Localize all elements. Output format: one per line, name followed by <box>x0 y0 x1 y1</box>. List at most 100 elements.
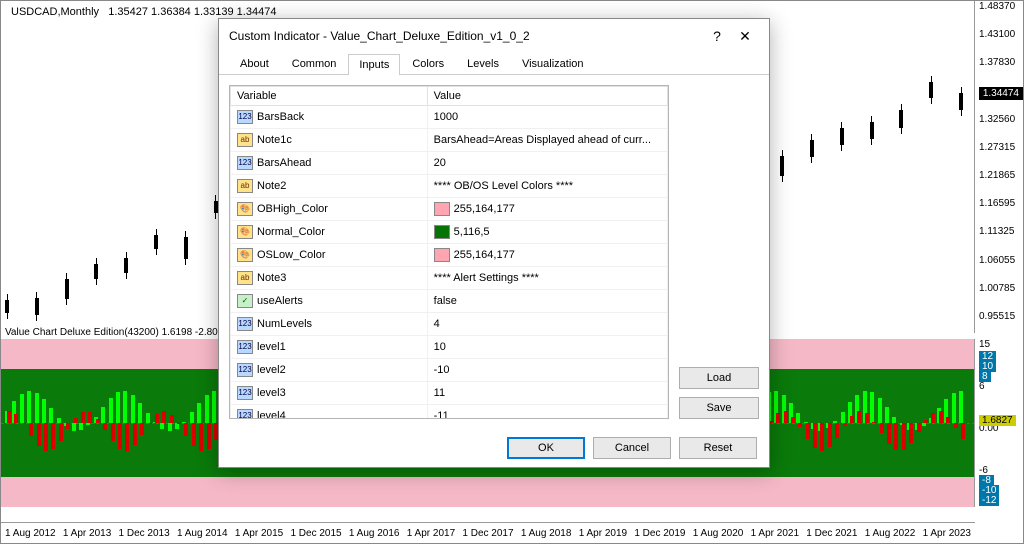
variable-value[interactable]: 255,164,177 <box>427 244 667 267</box>
indicator-bar <box>168 423 172 431</box>
price-tick: 1.32560 <box>979 114 1015 125</box>
variable-value[interactable]: 5,116,5 <box>427 221 667 244</box>
tab-inputs[interactable]: Inputs <box>348 54 400 75</box>
price-tick: 1.37830 <box>979 57 1015 68</box>
variable-value[interactable]: 1000 <box>427 106 667 129</box>
indicator-scale[interactable]: 151210860.00-6-8-10-121.6827 <box>974 339 1023 507</box>
input-row[interactable]: 123level110 <box>231 336 668 359</box>
indicator-bar <box>74 418 78 423</box>
time-tick: 1 Aug 2016 <box>349 528 400 539</box>
indicator-tick: 6 <box>979 381 985 392</box>
indicator-bar <box>954 423 958 428</box>
indicator-tick: 15 <box>979 339 990 350</box>
ok-button[interactable]: OK <box>507 437 585 459</box>
indicator-bar <box>207 423 211 449</box>
tab-common[interactable]: Common <box>281 53 348 74</box>
load-button[interactable]: Load <box>679 367 759 389</box>
indicator-header: Value Chart Deluxe Edition(43200) 1.6198… <box>5 327 246 338</box>
time-tick: 1 Aug 2018 <box>521 528 572 539</box>
variable-value[interactable]: **** OB/OS Level Colors **** <box>427 175 667 198</box>
tab-about[interactable]: About <box>229 53 280 74</box>
variable-name: Note2 <box>257 180 286 192</box>
variable-value[interactable]: 11 <box>427 382 667 405</box>
indicator-bar <box>37 423 41 446</box>
inputs-grid[interactable]: Variable Value 123BarsBack1000abNote1cBa… <box>229 85 669 419</box>
input-row[interactable]: 123level311 <box>231 382 668 405</box>
help-button[interactable]: ? <box>703 25 731 47</box>
indicator-bar <box>192 423 196 446</box>
price-tick: 1.27315 <box>979 142 1015 153</box>
indicator-bar <box>887 423 891 444</box>
input-row[interactable]: 🎨OBHigh_Color255,164,177 <box>231 198 668 221</box>
indicator-bar <box>946 417 950 423</box>
variable-value[interactable]: false <box>427 290 667 313</box>
cancel-button[interactable]: Cancel <box>593 437 671 459</box>
input-row[interactable]: abNote3**** Alert Settings **** <box>231 267 668 290</box>
indicator-bar <box>59 423 63 441</box>
variable-value[interactable]: 20 <box>427 152 667 175</box>
price-tick: 1.43100 <box>979 29 1015 40</box>
price-current-label: 1.34474 <box>979 87 1023 100</box>
price-tick: 1.06055 <box>979 255 1015 266</box>
indicator-bar <box>952 393 956 423</box>
indicator-bar <box>776 413 780 423</box>
indicator-bar <box>813 423 817 448</box>
variable-name: OSLow_Color <box>257 249 325 261</box>
indicator-bar <box>806 423 810 439</box>
input-row[interactable]: 123NumLevels4 <box>231 313 668 336</box>
dialog-titlebar[interactable]: Custom Indicator - Value_Chart_Deluxe_Ed… <box>219 19 769 53</box>
variable-value[interactable]: -10 <box>427 359 667 382</box>
input-row[interactable]: abNote2**** OB/OS Level Colors **** <box>231 175 668 198</box>
variable-value[interactable]: 4 <box>427 313 667 336</box>
variable-value[interactable]: -11 <box>427 405 667 420</box>
candle <box>929 82 933 98</box>
price-scale[interactable]: 1.483701.431001.378301.344741.325601.273… <box>974 1 1023 333</box>
input-row[interactable]: 123level2-10 <box>231 359 668 382</box>
indicator-bar <box>111 423 115 441</box>
time-tick: 1 Aug 2020 <box>693 528 744 539</box>
variable-value[interactable]: 10 <box>427 336 667 359</box>
input-row[interactable]: 123level4-11 <box>231 405 668 420</box>
input-row[interactable]: abNote1cBarsAhead=Areas Displayed ahead … <box>231 129 668 152</box>
indicator-bar <box>961 423 965 439</box>
tab-visualization[interactable]: Visualization <box>511 53 595 74</box>
variable-name: Note1c <box>257 134 292 146</box>
column-value[interactable]: Value <box>427 87 667 106</box>
input-row[interactable]: 123BarsAhead20 <box>231 152 668 175</box>
indicator-bar <box>784 411 788 423</box>
indicator-bar <box>835 423 839 438</box>
indicator-bar <box>35 393 39 423</box>
column-variable[interactable]: Variable <box>231 87 428 106</box>
input-row[interactable]: 🎨Normal_Color5,116,5 <box>231 221 668 244</box>
time-axis[interactable]: 1 Aug 20121 Apr 20131 Dec 20131 Aug 2014… <box>1 522 975 543</box>
tab-colors[interactable]: Colors <box>401 53 455 74</box>
variable-value[interactable]: 255,164,177 <box>427 198 667 221</box>
input-row[interactable]: ✓useAlertsfalse <box>231 290 668 313</box>
reset-button[interactable]: Reset <box>679 437 757 459</box>
time-tick: 1 Dec 2013 <box>119 528 170 539</box>
type-icon: 123 <box>237 110 253 124</box>
price-tick: 0.95515 <box>979 311 1015 322</box>
save-button[interactable]: Save <box>679 397 759 419</box>
indicator-bar <box>138 403 142 423</box>
indicator-bar <box>922 423 926 426</box>
indicator-bar <box>103 423 107 430</box>
indicator-bar <box>133 423 137 445</box>
indicator-bar <box>212 391 216 423</box>
variable-value[interactable]: **** Alert Settings **** <box>427 267 667 290</box>
indicator-bar <box>939 411 943 423</box>
indicator-bar <box>796 413 800 423</box>
candle <box>959 93 963 110</box>
indicator-bar <box>109 398 113 423</box>
variable-name: Note3 <box>257 272 286 284</box>
variable-name: Normal_Color <box>257 226 325 238</box>
indicator-bar <box>857 411 861 423</box>
input-row[interactable]: 123BarsBack1000 <box>231 106 668 129</box>
indicator-bar <box>125 423 129 451</box>
close-button[interactable]: ✕ <box>731 25 759 47</box>
indicator-bar <box>66 423 70 429</box>
input-row[interactable]: 🎨OSLow_Color255,164,177 <box>231 244 668 267</box>
variable-value[interactable]: BarsAhead=Areas Displayed ahead of curr.… <box>427 129 667 152</box>
tab-levels[interactable]: Levels <box>456 53 510 74</box>
indicator-bar <box>865 413 869 423</box>
